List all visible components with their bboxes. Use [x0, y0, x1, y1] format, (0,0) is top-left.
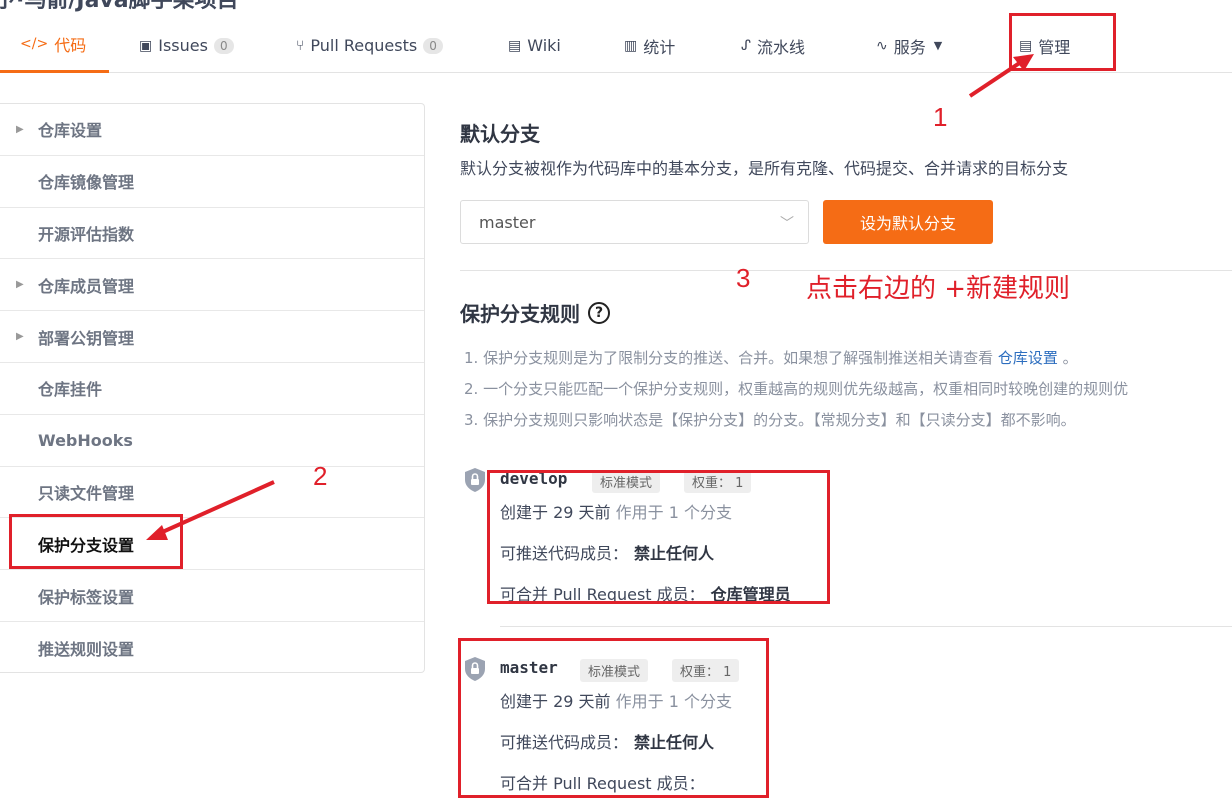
default-branch-description: 默认分支被视作为代码库中的基本分支，是所有克隆、代码提交、合并请求的目标分支 — [460, 159, 1069, 178]
tab-issues[interactable]: ▣ Issues 0 — [139, 18, 234, 73]
rule-note-2: 2. 一个分支只能匹配一个保护分支规则，权重越高的规则优先级越高，权重相同时较晚… — [464, 380, 1129, 398]
protect-rules-notes: 1. 保护分支规则是为了限制分支的推送、合并。如果想了解强制推送相关请查看 仓库… — [464, 343, 1128, 436]
sidebar-item-label: 仓库成员管理 — [38, 276, 135, 296]
sidebar-item-push-rules[interactable]: 推送规则设置 — [0, 622, 424, 674]
annotation-box-protected-branches — [9, 514, 183, 569]
protect-rules-heading-text: 保护分支规则 — [460, 302, 580, 326]
sidebar-item-label: 推送规则设置 — [38, 639, 135, 659]
sidebar-item-label: 仓库设置 — [38, 121, 103, 141]
settings-sidebar: ▶ 仓库设置 仓库镜像管理 开源评估指数 ▶ 仓库成员管理 ▶ 部署公钥管理 仓… — [0, 103, 425, 673]
tab-stats[interactable]: ▥ 统计 — [624, 18, 675, 73]
pipeline-icon: ᔑ — [741, 37, 751, 54]
sidebar-item-label: WebHooks — [38, 430, 133, 450]
code-icon: </> — [20, 36, 49, 52]
rule-note-1-text: 1. 保护分支规则是为了限制分支的推送、合并。如果想了解强制推送相关请查看 — [464, 349, 998, 367]
help-icon[interactable]: ? — [588, 301, 610, 324]
sidebar-item-repo-settings[interactable]: ▶ 仓库设置 — [0, 104, 424, 156]
sidebar-item-label: 只读文件管理 — [38, 483, 135, 503]
sidebar-item-label: 仓库挂件 — [38, 380, 103, 400]
tab-code[interactable]: </> 代码 — [0, 18, 109, 73]
sidebar-item-label: 仓库镜像管理 — [38, 173, 135, 193]
pulse-icon: ∿ — [876, 37, 888, 54]
sidebar-item-mirror[interactable]: 仓库镜像管理 — [0, 156, 424, 208]
tab-services[interactable]: ∿ 服务 ▼ — [876, 18, 942, 73]
caret-right-icon: ▶ — [16, 279, 24, 291]
sidebar-item-label: 保护标签设置 — [38, 587, 135, 607]
caret-right-icon: ▶ — [16, 123, 24, 135]
annotation-box-develop-card — [487, 470, 830, 604]
tab-pull-requests-label: Pull Requests — [310, 36, 418, 55]
pull-requests-count-badge: 0 — [423, 37, 443, 54]
sidebar-item-widgets[interactable]: 仓库挂件 — [0, 363, 424, 415]
issues-count-badge: 0 — [213, 37, 234, 54]
page-title: 予·乌箭/Java脚手架项目 — [0, 0, 239, 13]
tab-pipeline[interactable]: ᔑ 流水线 — [741, 18, 805, 73]
tab-stats-label: 统计 — [643, 37, 676, 57]
annotation-hint-text: 点击右边的 +新建规则 — [806, 274, 1071, 304]
rule-note-1: 1. 保护分支规则是为了限制分支的推送、合并。如果想了解强制推送相关请查看 仓库… — [464, 343, 1128, 374]
repo-settings-link[interactable]: 仓库设置 — [998, 349, 1058, 367]
sidebar-item-readonly-files[interactable]: 只读文件管理 — [0, 467, 424, 519]
sidebar-item-members[interactable]: ▶ 仓库成员管理 — [0, 259, 424, 312]
caret-right-icon: ▶ — [16, 331, 24, 343]
chart-icon: ▥ — [624, 37, 638, 54]
lock-icon — [465, 468, 485, 492]
sidebar-item-oss-index[interactable]: 开源评估指数 — [0, 208, 424, 260]
wiki-icon: ▤ — [508, 37, 522, 54]
set-default-branch-button[interactable]: 设为默认分支 — [823, 200, 993, 244]
tab-code-label: 代码 — [54, 36, 87, 55]
default-branch-select-value: master — [479, 212, 536, 232]
issues-icon: ▣ — [139, 37, 153, 54]
tab-wiki-label: Wiki — [527, 36, 561, 55]
annotation-number-1: 1 — [933, 102, 948, 132]
tab-pull-requests[interactable]: ⑂ Pull Requests 0 — [296, 18, 443, 73]
tab-pipeline-label: 流水线 — [756, 37, 805, 57]
default-branch-select[interactable]: master ﹀ — [460, 200, 809, 244]
chevron-down-icon: ▼ — [933, 39, 943, 52]
sidebar-item-label: 部署公钥管理 — [38, 328, 135, 348]
annotation-box-manage — [1009, 13, 1116, 71]
tab-wiki[interactable]: ▤ Wiki — [508, 18, 561, 73]
protect-rules-heading: 保护分支规则 ? — [460, 298, 610, 327]
default-branch-heading: 默认分支 — [460, 122, 540, 146]
sidebar-item-webhooks[interactable]: WebHooks — [0, 415, 424, 467]
sidebar-item-deploy-keys[interactable]: ▶ 部署公钥管理 — [0, 311, 424, 363]
annotation-box-master-card — [458, 638, 769, 798]
rule-note-3: 3. 保护分支规则只影响状态是【保护分支】的分支。【常规分支】和【只读分支】都不… — [464, 411, 1076, 429]
tab-services-label: 服务 — [893, 37, 926, 57]
annotation-number-3: 3 — [736, 263, 751, 293]
chevron-down-icon: ﹀ — [780, 216, 794, 232]
card-divider — [500, 626, 1232, 627]
pull-request-icon: ⑂ — [296, 37, 305, 54]
annotation-number-2: 2 — [313, 461, 328, 491]
sidebar-item-label: 开源评估指数 — [38, 224, 135, 244]
sidebar-item-protected-tags[interactable]: 保护标签设置 — [0, 570, 424, 622]
tab-issues-label: Issues — [158, 36, 208, 55]
rule-note-1-tail: 。 — [1057, 349, 1078, 367]
